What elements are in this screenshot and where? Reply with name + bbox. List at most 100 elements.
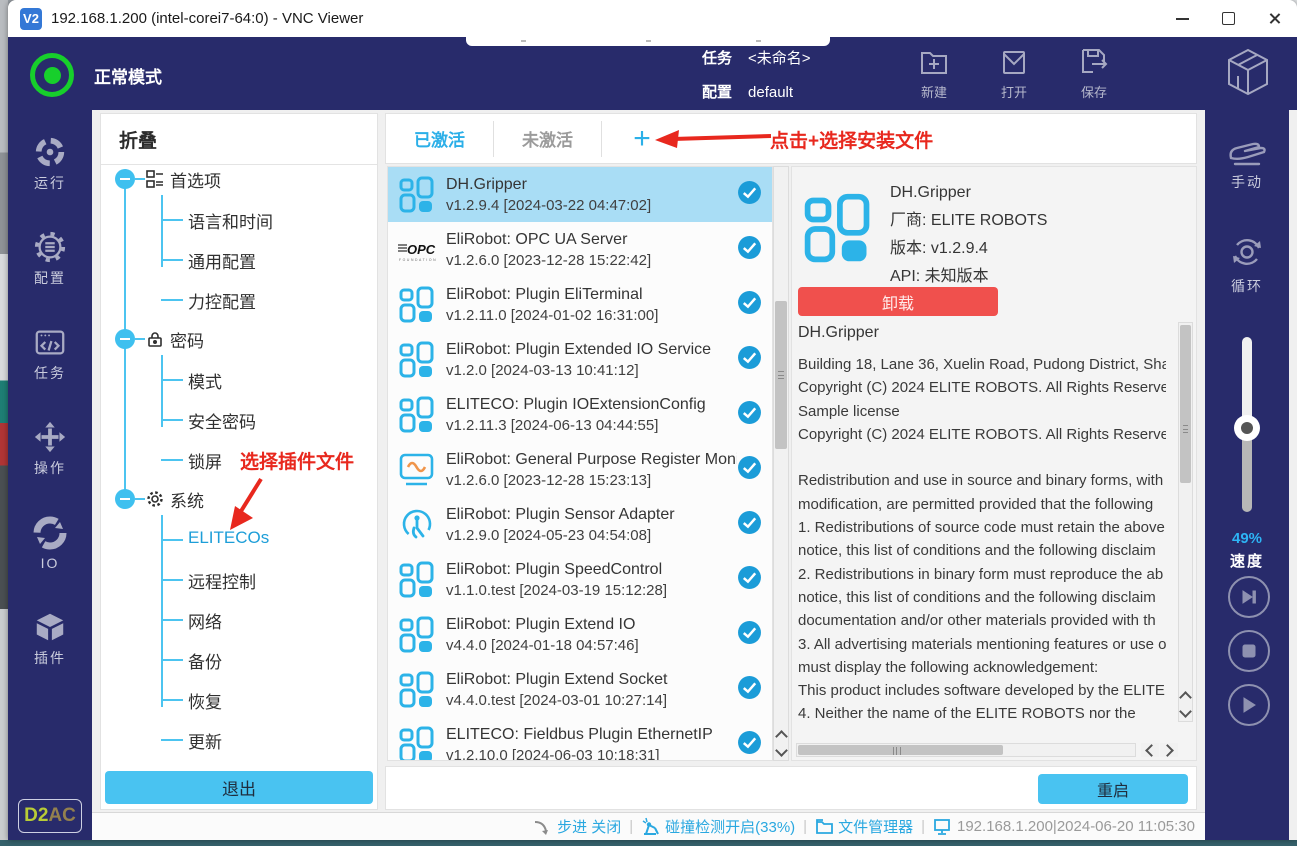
new-task-button[interactable]: 新建 xyxy=(902,45,966,101)
active-check-icon xyxy=(737,620,762,650)
plugin-row-extend-io[interactable]: EliRobot: Plugin Extend IOv4.4.0 [2024-0… xyxy=(388,607,772,662)
close-button[interactable] xyxy=(1251,0,1297,37)
tree-group-system[interactable]: 系统 xyxy=(170,487,204,512)
tree-item-safe-password[interactable]: 安全密码 xyxy=(188,408,256,433)
chevron-down-icon xyxy=(775,744,788,757)
scroll-up-button[interactable] xyxy=(1179,687,1192,704)
cycle-mode-button[interactable]: 循环 xyxy=(1205,232,1289,296)
active-check-icon xyxy=(737,345,762,375)
scrollbar-thumb[interactable] xyxy=(1180,325,1191,483)
details-hscrollbar[interactable] xyxy=(796,743,1136,757)
active-check-icon xyxy=(737,180,762,210)
plugin-row-speedcontrol[interactable]: EliRobot: Plugin SpeedControlv1.1.0.test… xyxy=(388,552,772,607)
scroll-right-button[interactable] xyxy=(1160,743,1178,757)
tree-item-restore[interactable]: 恢复 xyxy=(188,688,222,713)
status-bar: 步进 关闭 | 碰撞检测开启(33%) | 文件管理器 | 192.168.1.… xyxy=(92,812,1205,840)
grid-icon xyxy=(396,284,438,326)
tree-item-network[interactable]: 网络 xyxy=(188,608,222,633)
tab-inactive[interactable]: 未激活 xyxy=(494,126,601,151)
plugin-list-scrollbar[interactable] xyxy=(773,166,789,761)
scroll-left-button[interactable] xyxy=(1141,743,1159,757)
maximize-button[interactable] xyxy=(1205,0,1251,37)
tree-collapse-toggle[interactable] xyxy=(115,489,135,509)
hand-icon xyxy=(1225,132,1269,168)
save-task-button[interactable]: 保存 xyxy=(1062,45,1126,101)
open-icon xyxy=(997,45,1031,79)
sidebar-item-jog[interactable]: 操作 xyxy=(32,420,68,478)
sidebar-item-run[interactable]: 运行 xyxy=(32,135,68,193)
grid-icon xyxy=(396,339,438,381)
tree-item-update[interactable]: 更新 xyxy=(188,728,222,753)
chevron-up-icon xyxy=(775,730,788,743)
collision-robot-icon xyxy=(641,817,661,837)
tree-title: 折叠 xyxy=(101,114,377,153)
plugin-row-extended-io-service[interactable]: EliRobot: Plugin Extended IO Servicev1.2… xyxy=(388,332,772,387)
step-arrow-icon xyxy=(533,818,553,836)
config-value: default xyxy=(748,80,793,106)
tree-group-preferences[interactable]: 首选项 xyxy=(170,167,221,192)
grid-icon xyxy=(396,394,438,436)
plugin-row-ioextensionconfig[interactable]: ELITECO: Plugin IOExtensionConfigv1.2.11… xyxy=(388,387,772,442)
plugin-row-ethernetip[interactable]: ELITECO: Fieldbus Plugin EthernetIPv1.2.… xyxy=(388,717,772,761)
tree-item-lock-screen[interactable]: 锁屏 xyxy=(188,448,222,473)
tree-item-remote-control[interactable]: 远程控制 xyxy=(188,568,256,593)
vnc-logo-icon: V2 xyxy=(20,8,42,30)
license-text: Building 18, Lane 36, Xuelin Road, Pudon… xyxy=(798,353,1166,723)
plugin-footer-bar: 重启 xyxy=(385,766,1197,810)
active-check-icon xyxy=(737,675,762,705)
tree-item-backup[interactable]: 备份 xyxy=(188,648,222,673)
open-task-button[interactable]: 打开 xyxy=(982,45,1046,101)
step-status[interactable]: 步进 关闭 xyxy=(533,816,621,837)
tree-collapse-toggle[interactable] xyxy=(115,329,135,349)
d2ac-badge[interactable]: D2AC xyxy=(18,799,82,833)
plugin-row-extend-socket[interactable]: EliRobot: Plugin Extend Socketv4.4.0.tes… xyxy=(388,662,772,717)
window-titlebar[interactable]: V2 192.168.1.200 (intel-corei7-64:0) - V… xyxy=(8,0,1297,37)
sidebar-item-task[interactable]: 任务 xyxy=(32,325,68,383)
scroll-down-button[interactable] xyxy=(1179,704,1192,721)
mode-label: 正常模式 xyxy=(94,63,162,88)
plugin-row-eliterminal[interactable]: EliRobot: Plugin EliTerminalv1.2.11.0 [2… xyxy=(388,277,772,332)
sidebar-item-plugin[interactable]: 插件 xyxy=(32,610,68,668)
sidebar-item-io[interactable]: IO xyxy=(32,515,68,573)
file-manager-button[interactable]: 文件管理器 xyxy=(815,816,913,837)
speed-slider-thumb[interactable] xyxy=(1234,415,1260,441)
connection-status: 192.168.1.200|2024-06-20 11:05:30 xyxy=(933,818,1195,836)
sidebar-item-config[interactable]: 配置 xyxy=(32,230,68,288)
uninstall-button[interactable]: 卸载 xyxy=(798,287,998,316)
tree-item-general-config[interactable]: 通用配置 xyxy=(188,248,256,273)
vnc-toolbar-notch[interactable] xyxy=(466,37,830,46)
task-label: 任务 xyxy=(702,46,732,72)
collision-status[interactable]: 碰撞检测开启(33%) xyxy=(641,816,795,837)
plugin-row-register-monitor[interactable]: EliRobot: General Purpose Register Monit… xyxy=(388,442,772,497)
stop-button[interactable] xyxy=(1228,630,1270,672)
tree-group-password[interactable]: 密码 xyxy=(170,327,204,352)
step-forward-button[interactable] xyxy=(1228,576,1270,618)
tree-item-language-time[interactable]: 语言和时间 xyxy=(188,208,273,233)
details-vscrollbar[interactable] xyxy=(1178,322,1193,722)
play-button[interactable] xyxy=(1228,684,1270,726)
active-check-icon xyxy=(737,455,762,485)
scrollbar-thumb[interactable] xyxy=(798,745,1003,755)
scroll-down-button[interactable] xyxy=(774,743,788,760)
plugin-row-opc-ua-server[interactable]: OPCFOUNDATION EliRobot: OPC UA Serverv1.… xyxy=(388,222,772,277)
detail-version: 版本: v1.2.9.4 xyxy=(890,235,1047,263)
manual-mode-button[interactable]: 手动 xyxy=(1205,132,1289,192)
tree-item-mode[interactable]: 模式 xyxy=(188,368,222,393)
active-check-icon xyxy=(737,565,762,595)
grid-icon-large xyxy=(800,191,876,267)
scrollbar-thumb[interactable] xyxy=(775,301,787,449)
scroll-up-button[interactable] xyxy=(774,726,788,743)
tab-activated[interactable]: 已激活 xyxy=(386,126,493,151)
app-header: 正常模式 任务<未命名> 配置default 新建 打开 保存 xyxy=(8,37,1297,110)
tree-collapse-toggle[interactable] xyxy=(115,169,135,189)
minimize-button[interactable] xyxy=(1159,0,1205,37)
plugin-row-dh-gripper[interactable]: DH.Gripperv1.2.9.4 [2024-03-22 04:47:02] xyxy=(388,167,772,222)
restart-button[interactable]: 重启 xyxy=(1038,774,1188,804)
exit-button[interactable]: 退出 xyxy=(105,771,373,804)
tree-item-force-config[interactable]: 力控配置 xyxy=(188,288,256,313)
elite-robots-logo xyxy=(1223,46,1273,103)
plugin-details-panel: DH.Gripper 厂商: ELITE ROBOTS 版本: v1.2.9.4… xyxy=(791,166,1197,761)
mode-indicator: 正常模式 xyxy=(30,53,162,97)
grid-icon xyxy=(396,559,438,601)
plugin-row-sensor-adapter[interactable]: EliRobot: Plugin Sensor Adapterv1.2.9.0 … xyxy=(388,497,772,552)
